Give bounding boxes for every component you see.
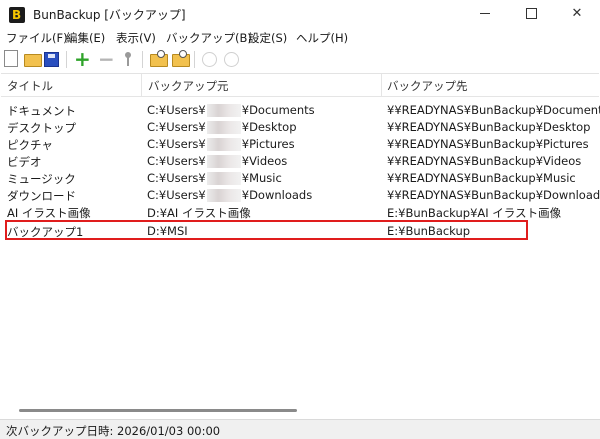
row-source: C:¥Users¥ ¥Pictures	[147, 137, 295, 151]
row-title: ピクチャ	[7, 138, 53, 152]
row-title: AI イラスト画像	[7, 206, 91, 220]
redacted-username	[206, 138, 241, 151]
redacted-username	[206, 121, 241, 134]
row-source: C:¥Users¥ ¥Documents	[147, 103, 315, 117]
column-divider[interactable]	[141, 74, 142, 96]
open-icon[interactable]	[24, 54, 42, 67]
menu-bar: ファイル(F) 編集(E) 表示(V) バックアップ(B) 設定(S) ヘルプ(…	[0, 28, 600, 47]
table-row[interactable]: ミュージック C:¥Users¥ ¥Music ¥¥READYNAS¥BunBac…	[1, 170, 599, 187]
maximize-button[interactable]	[508, 0, 554, 28]
column-header: タイトル バックアップ元 バックアップ先	[1, 74, 599, 97]
row-source: D:¥AI イラスト画像	[147, 206, 251, 220]
row-destination: E:¥BunBackup¥AI イラスト画像	[387, 206, 562, 220]
add-icon[interactable]: +	[74, 49, 91, 69]
table-row[interactable]: ダウンロード C:¥Users¥ ¥Downloads ¥¥READYNAS¥Bu…	[1, 187, 600, 204]
maximize-icon	[525, 8, 537, 19]
row-source: C:¥Users¥ ¥Desktop	[147, 120, 297, 134]
backup-list[interactable]: タイトル バックアップ元 バックアップ先 ドキュメント C:¥Users¥ ¥Do…	[1, 73, 600, 422]
minimize-icon	[480, 13, 490, 14]
close-icon: ✕	[571, 6, 583, 21]
column-divider[interactable]	[381, 74, 382, 96]
menu-help[interactable]: ヘルプ(H)	[296, 30, 348, 46]
disabled-icon[interactable]	[202, 52, 217, 67]
column-title[interactable]: タイトル	[7, 78, 53, 94]
remove-icon[interactable]: −	[98, 49, 115, 69]
menu-backup[interactable]: バックアップ(B)	[166, 30, 252, 46]
menu-view[interactable]: 表示(V)	[116, 30, 156, 46]
redacted-username	[206, 172, 241, 185]
redacted-username	[206, 155, 241, 168]
app-window: BunBackup [バックアップ] ✕ ファイル(F) 編集(E) 表示(V)…	[0, 0, 600, 439]
row-title: ビデオ	[7, 155, 42, 169]
table-row[interactable]: ピクチャ C:¥Users¥ ¥Pictures ¥¥READYNAS¥BunBa…	[1, 136, 599, 153]
row-title: ダウンロード	[7, 189, 76, 203]
disabled-icon[interactable]	[224, 52, 239, 67]
app-logo-icon	[9, 7, 25, 23]
row-title: ミュージック	[7, 172, 76, 186]
row-source: C:¥Users¥ ¥Music	[147, 171, 282, 185]
redacted-username	[206, 189, 241, 202]
window-title: BunBackup [バックアップ]	[33, 8, 186, 22]
row-destination: ¥¥READYNAS¥BunBackup¥Videos	[387, 154, 582, 168]
menu-edit[interactable]: 編集(E)	[66, 30, 105, 46]
toolbar-divider	[194, 51, 195, 68]
new-icon[interactable]	[4, 50, 18, 67]
row-destination: ¥¥READYNAS¥BunBackup¥Pictures	[387, 137, 589, 151]
close-button[interactable]: ✕	[554, 0, 600, 28]
row-destination: ¥¥READYNAS¥BunBackup¥Documents	[387, 103, 600, 117]
row-title: ドキュメント	[7, 104, 76, 118]
minimize-button[interactable]	[462, 0, 508, 28]
row-source: C:¥Users¥ ¥Videos	[147, 154, 288, 168]
backup-icon[interactable]	[150, 50, 168, 67]
column-destination[interactable]: バックアップ先	[387, 78, 468, 94]
scrollbar-thumb[interactable]	[19, 409, 297, 412]
row-destination: ¥¥READYNAS¥BunBackup¥Desktop	[387, 120, 591, 134]
row-source: C:¥Users¥ ¥Downloads	[147, 188, 313, 202]
highlight-box	[5, 220, 528, 240]
row-destination: ¥¥READYNAS¥BunBackup¥Music	[387, 171, 576, 185]
horizontal-scrollbar[interactable]	[1, 403, 599, 418]
save-icon[interactable]	[44, 52, 59, 67]
redacted-username	[206, 104, 241, 117]
table-row[interactable]: AI イラスト画像 D:¥AI イラスト画像 E:¥BunBackup¥AI イ…	[1, 204, 599, 221]
row-destination: ¥¥READYNAS¥BunBackup¥Downloads	[387, 188, 600, 202]
row-title: デスクトップ	[7, 121, 76, 135]
menu-settings[interactable]: 設定(S)	[248, 30, 287, 46]
toolbar: + −	[0, 47, 600, 72]
menu-file[interactable]: ファイル(F)	[6, 30, 68, 46]
toolbar-divider	[142, 51, 143, 68]
properties-icon[interactable]	[120, 51, 136, 67]
toolbar-divider	[66, 51, 67, 68]
title-bar: BunBackup [バックアップ] ✕	[0, 0, 600, 28]
table-row[interactable]: デスクトップ C:¥Users¥ ¥Desktop ¥¥READYNAS¥BunB…	[1, 119, 599, 136]
status-bar: 次バックアップ日時: 2026/01/03 00:00	[0, 419, 600, 439]
backup-all-icon[interactable]	[172, 50, 190, 67]
table-row[interactable]: ビデオ C:¥Users¥ ¥Videos ¥¥READYNAS¥BunBacku…	[1, 153, 599, 170]
column-source[interactable]: バックアップ元	[148, 78, 229, 94]
table-row[interactable]: ドキュメント C:¥Users¥ ¥Documents ¥¥READYNAS¥Bu…	[1, 102, 600, 119]
next-backup-status: 次バックアップ日時: 2026/01/03 00:00	[6, 424, 221, 438]
